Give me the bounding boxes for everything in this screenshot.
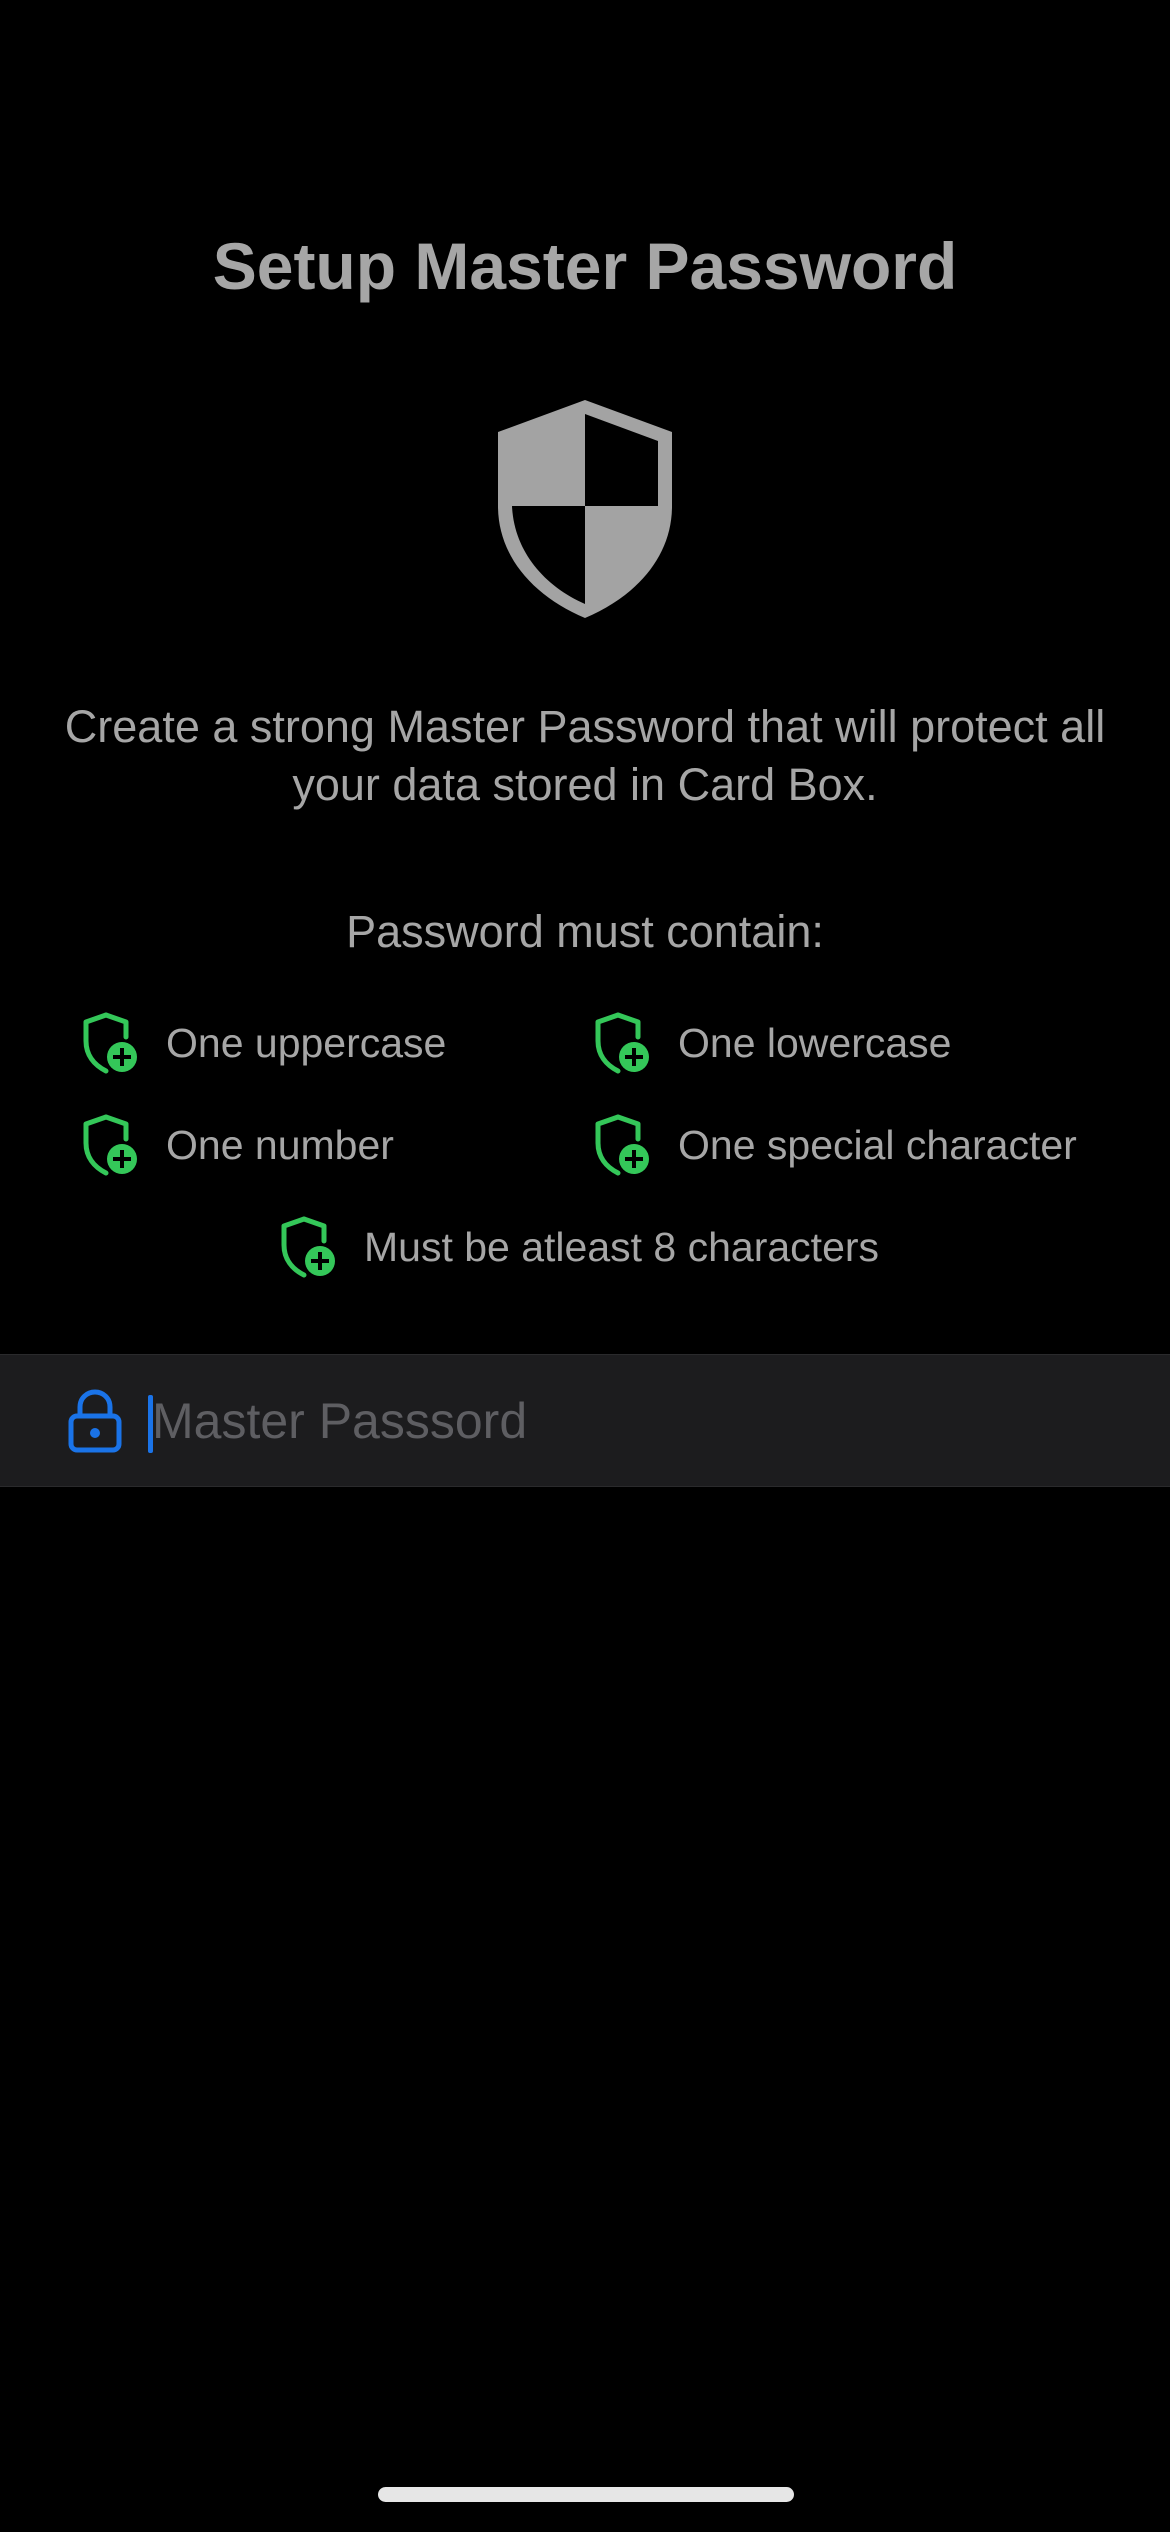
lock-icon [68,1389,122,1453]
requirement-label: One special character [678,1121,1077,1168]
requirement-label: Must be atleast 8 characters [364,1223,880,1270]
shield-plus-icon [595,1012,649,1074]
shield-plus-icon [83,1114,137,1176]
requirements-heading: Password must contain: [346,906,824,957]
description-text: Create a strong Master Password that wil… [64,701,1106,810]
master-password-input[interactable] [152,1383,1112,1459]
requirement-label: One lowercase [678,1019,952,1066]
requirement-number: One number [82,1110,394,1180]
requirement-uppercase: One uppercase [82,1008,446,1078]
shield-plus-icon [595,1114,649,1176]
home-indicator[interactable] [378,2487,794,2502]
requirement-label: One number [166,1121,394,1168]
shield-plus-icon [281,1216,335,1278]
requirement-min-length: Must be atleast 8 characters [280,1212,879,1282]
requirement-special-character: One special character [594,1110,1077,1180]
page-title: Setup Master Password [212,229,958,303]
master-password-field[interactable] [0,1354,1170,1487]
shield-icon [498,400,672,618]
shield-plus-icon [83,1012,137,1074]
requirement-lowercase: One lowercase [594,1008,951,1078]
requirement-label: One uppercase [166,1019,447,1066]
